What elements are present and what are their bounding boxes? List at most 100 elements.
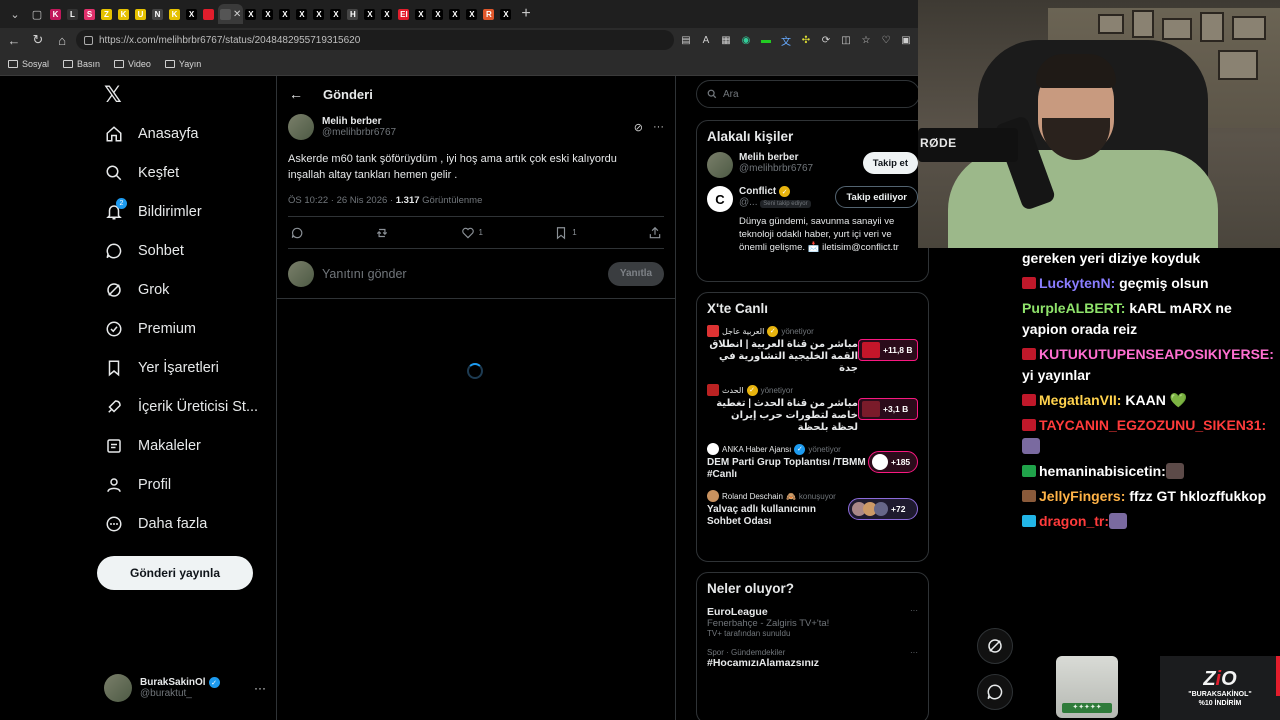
sidebar-item-creator-studio[interactable]: İçerik Üreticisi St... <box>104 393 258 421</box>
browser-tab[interactable]: ✕ <box>218 4 244 24</box>
browser-tab[interactable]: X <box>362 4 379 24</box>
read-aloud-icon[interactable]: A <box>698 32 714 48</box>
workspaces-icon[interactable]: ▢ <box>26 4 48 24</box>
chat-username[interactable]: hemaninabisicetin: <box>1039 463 1166 479</box>
back-arrow-icon[interactable]: ← <box>4 30 24 50</box>
bookmark-folder-basin[interactable]: Basın <box>63 59 100 69</box>
bookmark-folder-video[interactable]: Video <box>114 59 151 69</box>
sidebar-item-home[interactable]: Anasayfa <box>104 120 198 148</box>
x-logo-icon[interactable]: 𝕏 <box>104 84 126 106</box>
browser-tab[interactable]: X <box>464 4 481 24</box>
follow-button[interactable]: Takip et <box>862 152 918 174</box>
tab-list-chevron-icon[interactable]: ⌄ <box>4 4 26 24</box>
grok-float-button[interactable] <box>977 628 1013 664</box>
browser-tab[interactable]: N <box>150 4 167 24</box>
heart-icon[interactable]: ♡ <box>878 32 894 48</box>
collections-icon[interactable]: ▣ <box>898 32 914 48</box>
trend-item[interactable]: Spor · Gündemdekiler ··· #HocamızıAlamazs… <box>707 648 918 669</box>
live-item[interactable]: Roland Deschain 🙈 konuşuyor Yalvaç adlı ku… <box>707 490 918 528</box>
search-input[interactable]: Ara <box>696 80 920 108</box>
reader-icon[interactable]: ▤ <box>678 32 694 48</box>
sidebar-item-bookmarks[interactable]: Yer İşaretleri <box>104 354 219 382</box>
post-timestamp[interactable]: ÖS 10:22 · 26 Nis 2026 · <box>288 195 396 206</box>
sidebar-item-notifications[interactable]: 2 Bildirimler <box>104 198 202 226</box>
following-button[interactable]: Takip ediliyor <box>835 186 918 208</box>
reload-icon[interactable]: ↻ <box>28 30 48 50</box>
browser-tab[interactable]: X <box>447 4 464 24</box>
extension-icon[interactable]: ▬ <box>758 32 774 48</box>
share-action[interactable] <box>648 226 662 240</box>
favorites-star-icon[interactable]: ☆ <box>858 32 874 48</box>
browser-tab[interactable]: X <box>243 4 260 24</box>
browser-tab[interactable]: K <box>167 4 184 24</box>
browser-tab[interactable]: X <box>379 4 396 24</box>
refresh-ext-icon[interactable]: ⟳ <box>818 32 834 48</box>
more-options-icon[interactable]: ··· <box>653 121 664 134</box>
browser-tab[interactable]: X <box>294 4 311 24</box>
repost-action[interactable] <box>375 226 389 240</box>
sidebar-item-chat[interactable]: Sohbet <box>104 237 184 265</box>
bookmark-folder-yayin[interactable]: Yayın <box>164 59 201 69</box>
browser-tab[interactable]: El <box>396 4 413 24</box>
extension-icon[interactable]: ✣ <box>798 32 814 48</box>
sidebar-item-articles[interactable]: Makaleler <box>104 432 201 460</box>
trend-more-icon[interactable]: ··· <box>910 606 918 618</box>
reply-button[interactable]: Yanıtla <box>608 261 664 286</box>
translate-icon[interactable]: 文 <box>778 32 794 48</box>
reply-input[interactable]: Yanıtını gönder <box>322 267 600 281</box>
split-screen-icon[interactable]: ◫ <box>838 32 854 48</box>
account-more-icon[interactable]: ··· <box>254 681 266 695</box>
browser-tab[interactable]: K <box>48 4 65 24</box>
grok-icon[interactable]: ⊘ <box>634 121 643 134</box>
chat-username[interactable]: PurpleALBERT: <box>1022 300 1125 316</box>
extension-icon[interactable]: ◉ <box>738 32 754 48</box>
sidebar-item-premium[interactable]: Premium <box>104 315 196 343</box>
chat-username[interactable]: KUTUKUTUPENSEAPOSIKIYERSE: <box>1039 346 1274 362</box>
chat-username[interactable]: JellyFingers: <box>1039 488 1125 504</box>
chat-username[interactable]: MegatlanVII: <box>1039 392 1121 408</box>
browser-tab[interactable]: L <box>65 4 82 24</box>
live-item[interactable]: الحدث ✓ yönetiyor مباشر من قناة الحدث | تغ… <box>707 384 918 434</box>
browser-tab[interactable]: X <box>413 4 430 24</box>
browser-tab[interactable]: X <box>277 4 294 24</box>
author-name[interactable]: Melih berber <box>322 116 396 127</box>
browser-tab[interactable]: X <box>184 4 201 24</box>
browser-tab[interactable]: K <box>116 4 133 24</box>
browser-tab[interactable]: X <box>498 4 515 24</box>
browser-tab[interactable]: X <box>328 4 345 24</box>
account-switcher[interactable]: BurakSakinOl ✓ @buraktut_ ··· <box>104 672 266 704</box>
chat-username[interactable]: LuckytenN: <box>1039 275 1115 291</box>
browser-tab[interactable]: X <box>260 4 277 24</box>
browser-tab[interactable]: X <box>311 4 328 24</box>
browser-tab[interactable] <box>201 4 218 24</box>
home-button-icon[interactable]: ⌂ <box>52 30 72 50</box>
like-action[interactable]: 1 <box>461 226 483 240</box>
person-row[interactable]: C Conflict ✓ @... Seni takip ediyor Takip… <box>707 186 918 212</box>
extension-icon[interactable]: ▦ <box>718 32 734 48</box>
browser-tab[interactable]: Z <box>99 4 116 24</box>
browser-tab[interactable]: S <box>82 4 99 24</box>
reply-action[interactable] <box>290 226 304 240</box>
live-item[interactable]: ANKA Haber Ajansı ✓ yönetiyor DEM Parti Gr… <box>707 443 918 481</box>
sidebar-item-profile[interactable]: Profil <box>104 471 171 499</box>
sidebar-item-more[interactable]: Daha fazla <box>104 510 207 538</box>
sidebar-item-grok[interactable]: Grok <box>104 276 169 304</box>
chat-username[interactable]: TAYCANIN_EGZOZUNU_SIKEN31: <box>1039 417 1266 433</box>
browser-tab[interactable]: X <box>430 4 447 24</box>
messages-float-button[interactable] <box>977 674 1013 710</box>
tab-close-icon[interactable]: ✕ <box>233 9 241 20</box>
trend-more-icon[interactable]: ··· <box>910 648 918 657</box>
person-row[interactable]: Melih berber @melihbrbr6767 Takip et <box>707 152 918 178</box>
chat-username[interactable]: dragon_tr: <box>1039 513 1109 529</box>
avatar[interactable] <box>288 114 314 140</box>
live-item[interactable]: العربية عاجل ✓ yönetiyor مباشر من قناة الع… <box>707 325 918 375</box>
trend-item[interactable]: EuroLeague ··· Fenerbahçe - Zalgiris TV+'… <box>707 606 918 638</box>
browser-tab[interactable]: U <box>133 4 150 24</box>
bookmark-folder-sosyal[interactable]: Sosyal <box>8 59 49 69</box>
new-tab-button[interactable]: + <box>515 5 536 23</box>
browser-tab[interactable]: R <box>481 4 498 24</box>
sidebar-item-explore[interactable]: Keşfet <box>104 159 179 187</box>
bookmark-action[interactable]: 1 <box>554 226 577 240</box>
author-handle[interactable]: @melihbrbr6767 <box>322 127 396 138</box>
back-arrow-icon[interactable]: ← <box>289 86 303 102</box>
